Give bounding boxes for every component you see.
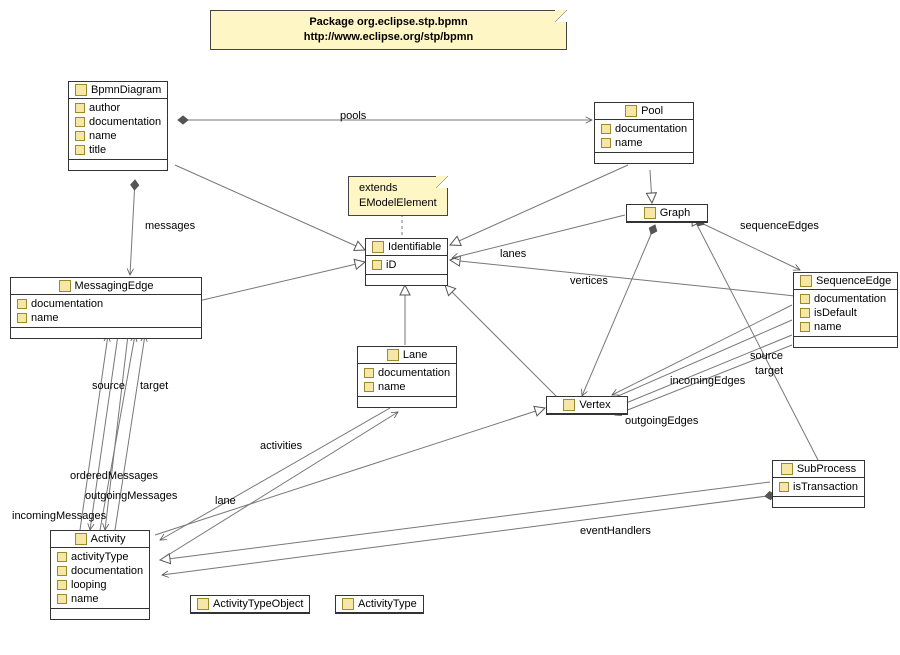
class-activitytype: ActivityType <box>335 595 424 614</box>
extends-note: extends EModelElement <box>348 176 448 216</box>
extends-note-line2: EModelElement <box>359 196 437 211</box>
label-lanes: lanes <box>500 248 526 260</box>
class-activitytypeobject: ActivityTypeObject <box>190 595 310 614</box>
label-vertices: vertices <box>570 275 608 287</box>
label-outgoingedges: outgoingEdges <box>625 415 698 427</box>
label-sequenceedges: sequenceEdges <box>740 220 819 232</box>
label-lane: lane <box>215 495 236 507</box>
label-messages: messages <box>145 220 195 232</box>
class-icon <box>563 399 575 411</box>
class-icon <box>59 280 71 292</box>
datatype-icon <box>197 598 209 610</box>
package-note: Package org.eclipse.stp.bpmn http://www.… <box>210 10 567 50</box>
class-sequenceedge: SequenceEdge documentation isDefault nam… <box>793 272 898 348</box>
class-icon <box>387 349 399 361</box>
label-orderedmessages: orderedMessages <box>70 470 158 482</box>
label-outgoingmessages: outgoingMessages <box>85 490 177 502</box>
package-note-line2: http://www.eclipse.org/stp/bpmn <box>221 30 556 45</box>
class-vertex: Vertex <box>546 396 628 415</box>
label-incomingmessages: incomingMessages <box>12 510 106 522</box>
class-subprocess: SubProcess isTransaction <box>772 460 865 508</box>
class-pool: Pool documentation name <box>594 102 694 164</box>
package-note-line1: Package org.eclipse.stp.bpmn <box>221 15 556 30</box>
class-icon <box>644 207 656 219</box>
class-activity: Activity activityType documentation loop… <box>50 530 150 620</box>
class-bpmndiagram: BpmnDiagram author documentation name ti… <box>68 81 168 171</box>
class-graph: Graph <box>626 204 708 223</box>
datatype-icon <box>342 598 354 610</box>
label-source2: source <box>750 350 783 362</box>
attrs: author documentation name title <box>69 99 167 160</box>
label-activities: activities <box>260 440 302 452</box>
label-pools: pools <box>340 110 366 122</box>
class-icon <box>625 105 637 117</box>
class-lane: Lane documentation name <box>357 346 457 408</box>
class-messagingedge: MessagingEdge documentation name <box>10 277 202 339</box>
label-incomingedges: incomingEdges <box>670 375 745 387</box>
extends-note-line1: extends <box>359 181 437 196</box>
label-target: target <box>140 380 168 392</box>
class-identifiable: Identifiable iD <box>365 238 448 286</box>
class-icon <box>75 84 87 96</box>
class-icon <box>75 533 87 545</box>
class-icon <box>781 463 793 475</box>
class-icon <box>800 275 812 287</box>
label-eventhandlers: eventHandlers <box>580 525 651 537</box>
label-target2: target <box>755 365 783 377</box>
class-title: BpmnDiagram <box>69 82 167 99</box>
label-source: source <box>92 380 125 392</box>
class-icon <box>372 241 384 253</box>
